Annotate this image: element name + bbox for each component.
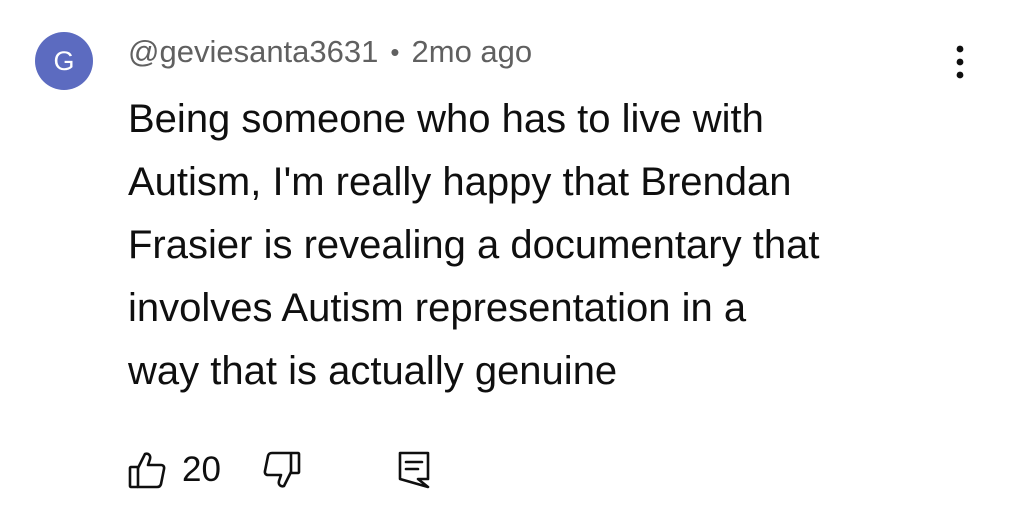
comment-line: involves Autism representation in a	[128, 286, 747, 330]
comment-text: Being someone who has to live with Autis…	[128, 88, 988, 403]
author-handle[interactable]: @geviesanta3631	[128, 34, 378, 70]
like-count: 20	[182, 450, 221, 489]
more-vertical-icon	[956, 45, 964, 79]
thumbs-down-icon	[263, 451, 301, 488]
comment-line: Frasier is revealing a documentary that	[128, 223, 820, 267]
reply-comment-icon	[398, 451, 430, 489]
dislike-button[interactable]	[263, 450, 301, 490]
more-options-button[interactable]	[942, 40, 978, 84]
avatar-letter: G	[53, 46, 75, 76]
comment-card: G @geviesanta3631 • 2mo ago Being someon…	[0, 0, 1024, 506]
header-separator: •	[390, 36, 400, 67]
like-button[interactable]: 20	[128, 450, 221, 490]
comment-timestamp[interactable]: 2mo ago	[412, 34, 533, 70]
avatar[interactable]: G	[35, 32, 93, 90]
comment-line: Being someone who has to live with	[128, 97, 764, 141]
comment-actions: 20	[128, 444, 431, 496]
thumbs-up-icon	[128, 452, 166, 489]
reply-button[interactable]	[397, 450, 431, 490]
comment-header: @geviesanta3631 • 2mo ago	[128, 30, 532, 74]
comment-line: way that is actually genuine	[128, 349, 618, 393]
comment-line: Autism, I'm really happy that Brendan	[128, 160, 792, 204]
